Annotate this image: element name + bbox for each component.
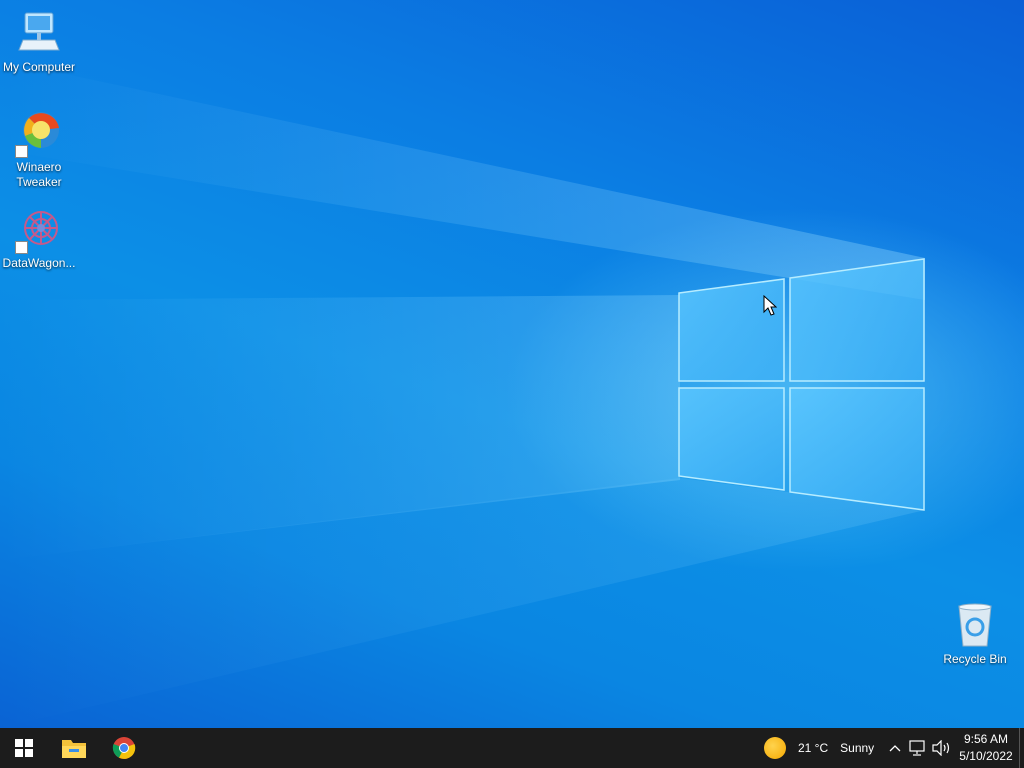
- mouse-cursor-icon: [763, 295, 777, 316]
- start-button[interactable]: [0, 728, 48, 768]
- datawagon-icon: [15, 206, 63, 254]
- desktop-icon-datawagon[interactable]: DataWagon...: [0, 206, 78, 271]
- clock-time: 9:56 AM: [963, 732, 1009, 746]
- weather-widget[interactable]: 21 °C Sunny: [764, 728, 874, 768]
- desktop-icon-label: Winaero Tweaker: [16, 160, 62, 189]
- desktop-icon-label: My Computer: [2, 60, 76, 74]
- winaero-tweaker-icon: [15, 110, 63, 158]
- shortcut-arrow-icon: [15, 241, 28, 254]
- computer-icon: [15, 10, 63, 58]
- windows-logo-wallpaper: [678, 258, 925, 511]
- volume-icon: [932, 740, 950, 756]
- chevron-up-icon: [889, 745, 901, 752]
- taskbar-clock[interactable]: 9:56 AM 5/10/2022: [954, 731, 1018, 765]
- volume-tray-button[interactable]: [931, 728, 953, 768]
- network-icon: [909, 740, 925, 756]
- desktop-icon-label: DataWagon...: [2, 256, 76, 270]
- weather-temperature: 21 °C: [798, 741, 829, 755]
- show-desktop-button[interactable]: [1019, 728, 1024, 768]
- taskbar-file-explorer[interactable]: [50, 728, 98, 768]
- recycle-bin-icon: [951, 602, 999, 650]
- desktop-icon-label: Recycle Bin: [943, 652, 1007, 666]
- show-hidden-icons-button[interactable]: [886, 728, 904, 768]
- sun-icon: [764, 737, 786, 759]
- desktop-icon-recycle-bin[interactable]: Recycle Bin: [936, 602, 1014, 667]
- windows-start-icon: [15, 739, 33, 757]
- clock-date: 5/10/2022: [959, 749, 1013, 763]
- network-tray-button[interactable]: [907, 728, 929, 768]
- file-explorer-icon: [62, 740, 86, 758]
- chrome-icon: [112, 737, 136, 759]
- shortcut-arrow-icon: [15, 145, 28, 158]
- desktop-icon-my-computer[interactable]: My Computer: [0, 10, 78, 75]
- desktop-icon-winaero-tweaker[interactable]: Winaero Tweaker: [0, 110, 78, 190]
- taskbar: 21 °C Sunny 9:56 AM 5/10/2022: [0, 728, 1024, 768]
- weather-condition: Sunny: [840, 741, 875, 755]
- desktop[interactable]: My Computer Winaero Tweaker DataWagon...…: [0, 0, 1024, 728]
- taskbar-chrome[interactable]: [100, 728, 148, 768]
